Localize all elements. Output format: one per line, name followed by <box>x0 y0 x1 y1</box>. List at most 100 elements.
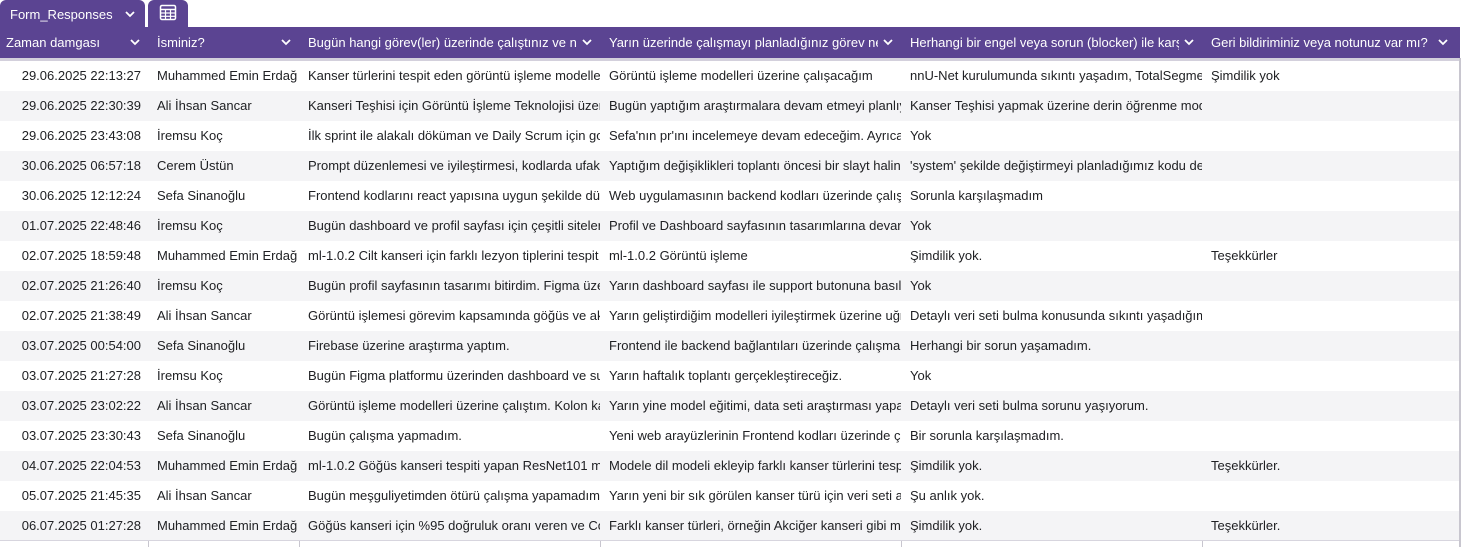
column-header-blockers[interactable]: Herhangi bir engel veya sorun (blocker) … <box>904 27 1205 58</box>
chevron-down-icon[interactable] <box>882 37 894 47</box>
table-row[interactable]: 01.07.2025 22:48:46 İremsu Koç Bugün dashb… <box>0 211 1459 241</box>
cell-tomorrow-tasks[interactable]: Sefa'nın pr'ını incelemeye devam edeceği… <box>609 121 901 151</box>
table-row[interactable]: 05.07.2025 21:45:35 Ali İhsan Sancar Bugün… <box>0 481 1459 511</box>
cell-blockers[interactable]: Yok <box>910 121 1202 151</box>
cell-today-tasks[interactable]: ml-1.0.2 Cilt kanseri için farklı lezyon… <box>308 241 600 271</box>
column-header-name[interactable]: İsminiz? <box>151 27 302 58</box>
cell-blockers[interactable]: 'system' şekilde değiştirmeyi planladığı… <box>910 151 1202 181</box>
cell-tomorrow-tasks[interactable]: Görüntü işleme modelleri üzerine çalışac… <box>609 61 901 91</box>
table-row[interactable]: 02.07.2025 18:59:48 Muhammed Emin Erdağ ml… <box>0 241 1459 271</box>
table-row[interactable]: 30.06.2025 06:57:18 Cerem Üstün Prompt düz… <box>0 151 1459 181</box>
cell-today-tasks[interactable]: Bugün Figma platformu üzerinden dashboar… <box>308 361 600 391</box>
cell-timestamp[interactable]: 29.06.2025 22:13:27 <box>0 61 141 91</box>
cell-tomorrow-tasks[interactable]: Yeni web arayüzlerinin Frontend kodları … <box>609 421 901 451</box>
cell-blockers[interactable]: nnU-Net kurulumunda sıkıntı yaşadım, Tot… <box>910 61 1202 91</box>
cell-blockers[interactable]: Şimdilik yok. <box>910 451 1202 481</box>
cell-feedback[interactable]: Teşekkürler. <box>1211 451 1456 481</box>
cell-name[interactable]: Cerem Üstün <box>157 151 299 181</box>
cell-name[interactable]: Muhammed Emin Erdağ <box>157 511 299 541</box>
cell-today-tasks[interactable]: ml-1.0.2 Göğüs kanseri tespiti yapan Res… <box>308 451 600 481</box>
cell-timestamp[interactable]: 05.07.2025 21:45:35 <box>0 481 141 511</box>
cell-name[interactable]: Ali İhsan Sancar <box>157 301 299 331</box>
column-header-today-tasks[interactable]: Bugün hangi görev(ler) üzerinde çalıştın… <box>302 27 603 58</box>
cell-today-tasks[interactable]: Bugün meşguliyetimden ötürü çalışma yapa… <box>308 481 600 511</box>
cell-feedback[interactable] <box>1211 211 1456 241</box>
cell-feedback[interactable] <box>1211 391 1456 421</box>
cell-feedback[interactable]: Teşekkürler <box>1211 241 1456 271</box>
cell-feedback[interactable] <box>1211 271 1456 301</box>
cell-name[interactable]: İremsu Koç <box>157 121 299 151</box>
cell-timestamp[interactable]: 02.07.2025 18:59:48 <box>0 241 141 271</box>
cell-tomorrow-tasks[interactable]: Profil ve Dashboard sayfasının tasarımla… <box>609 211 901 241</box>
cell-feedback[interactable] <box>1211 301 1456 331</box>
cell-name[interactable]: Ali İhsan Sancar <box>157 91 299 121</box>
cell-today-tasks[interactable]: Firebase üzerine araştırma yaptım. <box>308 331 600 361</box>
cell-tomorrow-tasks[interactable]: Modele dil modeli ekleyip farklı kanser … <box>609 451 901 481</box>
table-row[interactable]: 29.06.2025 22:30:39 Ali İhsan Sancar Kanse… <box>0 91 1459 121</box>
cell-tomorrow-tasks[interactable]: Yaptığım değişiklikleri toplantı öncesi … <box>609 151 901 181</box>
cell-tomorrow-tasks[interactable]: Yarın haftalık toplantı gerçekleştireceğ… <box>609 361 901 391</box>
cell-tomorrow-tasks[interactable]: Yarın yeni bir sık görülen kanser türü i… <box>609 481 901 511</box>
cell-timestamp[interactable]: 03.07.2025 00:54:00 <box>0 331 141 361</box>
cell-blockers[interactable]: Şimdilik yok. <box>910 241 1202 271</box>
cell-tomorrow-tasks[interactable]: ml-1.0.2 Görüntü işleme <box>609 241 901 271</box>
cell-name[interactable]: İremsu Koç <box>157 361 299 391</box>
cell-tomorrow-tasks[interactable]: Yarın yine model eğitimi, data seti araş… <box>609 391 901 421</box>
table-row[interactable]: 02.07.2025 21:38:49 Ali İhsan Sancar Görün… <box>0 301 1459 331</box>
cell-tomorrow-tasks[interactable]: Frontend ile backend bağlantıları üzerin… <box>609 331 901 361</box>
cell-name[interactable]: Ali İhsan Sancar <box>157 391 299 421</box>
cell-name[interactable]: Ali İhsan Sancar <box>157 481 299 511</box>
cell-blockers[interactable]: Detaylı veri seti bulma konusunda sıkınt… <box>910 301 1202 331</box>
cell-name[interactable]: Sefa Sinanoğlu <box>157 421 299 451</box>
sheet-tab-form-responses[interactable]: Form_Responses <box>0 0 145 28</box>
cell-today-tasks[interactable]: Frontend kodlarını react yapısına uygun … <box>308 181 600 211</box>
column-header-feedback[interactable]: Geri bildiriminiz veya notunuz var mı? <box>1205 27 1459 58</box>
cell-today-tasks[interactable]: Görüntü işleme modelleri üzerine çalıştı… <box>308 391 600 421</box>
column-header-timestamp[interactable]: Zaman damgası <box>0 27 151 58</box>
table-row[interactable]: 02.07.2025 21:26:40 İremsu Koç Bugün profi… <box>0 271 1459 301</box>
cell-timestamp[interactable]: 06.07.2025 01:27:28 <box>0 511 141 541</box>
cell-timestamp[interactable]: 29.06.2025 22:30:39 <box>0 91 141 121</box>
cell-timestamp[interactable]: 30.06.2025 12:12:24 <box>0 181 141 211</box>
cell-blockers[interactable]: Yok <box>910 361 1202 391</box>
cell-blockers[interactable]: Sorunla karşılaşmadım <box>910 181 1202 211</box>
cell-today-tasks[interactable]: Kanser türlerini tespit eden görüntü işl… <box>308 61 600 91</box>
cell-timestamp[interactable]: 04.07.2025 22:04:53 <box>0 451 141 481</box>
cell-tomorrow-tasks[interactable]: Yarın dashboard sayfası ile support buto… <box>609 271 901 301</box>
table-row[interactable]: 03.07.2025 23:30:43 Sefa Sinanoğlu Bugün ç… <box>0 421 1459 451</box>
table-row[interactable]: 03.07.2025 00:54:00 Sefa Sinanoğlu Firebas… <box>0 331 1459 361</box>
cell-feedback[interactable] <box>1211 331 1456 361</box>
cell-name[interactable]: İremsu Koç <box>157 271 299 301</box>
cell-today-tasks[interactable]: İlk sprint ile alakalı döküman ve Daily … <box>308 121 600 151</box>
cell-timestamp[interactable]: 02.07.2025 21:38:49 <box>0 301 141 331</box>
table-row[interactable]: 30.06.2025 12:12:24 Sefa Sinanoğlu Fronten… <box>0 181 1459 211</box>
cell-feedback[interactable]: Teşekkürler. <box>1211 511 1456 541</box>
cell-timestamp[interactable]: 03.07.2025 23:02:22 <box>0 391 141 421</box>
cell-timestamp[interactable]: 03.07.2025 21:27:28 <box>0 361 141 391</box>
chevron-down-icon[interactable] <box>581 37 593 47</box>
chevron-down-icon[interactable] <box>1437 37 1449 47</box>
cell-feedback[interactable] <box>1211 361 1456 391</box>
cell-today-tasks[interactable]: Bugün profil sayfasının tasarımı bitirdi… <box>308 271 600 301</box>
cell-blockers[interactable]: Şimdilik yok. <box>910 511 1202 541</box>
cell-tomorrow-tasks[interactable]: Yarın geliştirdiğim modelleri iyileştirm… <box>609 301 901 331</box>
table-row[interactable]: 29.06.2025 23:43:08 İremsu Koç İlk sprint … <box>0 121 1459 151</box>
cell-feedback[interactable] <box>1211 481 1456 511</box>
cell-blockers[interactable]: Yok <box>910 211 1202 241</box>
cell-timestamp[interactable]: 30.06.2025 06:57:18 <box>0 151 141 181</box>
cell-today-tasks[interactable]: Prompt düzenlemesi ve iyileştirmesi, kod… <box>308 151 600 181</box>
cell-tomorrow-tasks[interactable]: Bugün yaptığım araştırmalara devam etmey… <box>609 91 901 121</box>
table-view-tab[interactable] <box>148 0 188 28</box>
cell-feedback[interactable] <box>1211 151 1456 181</box>
cell-name[interactable]: Muhammed Emin Erdağ <box>157 451 299 481</box>
table-row[interactable]: 29.06.2025 22:13:27 Muhammed Emin Erdağ Ka… <box>0 61 1459 91</box>
table-row[interactable]: 03.07.2025 21:27:28 İremsu Koç Bugün Figma… <box>0 361 1459 391</box>
cell-blockers[interactable]: Yok <box>910 271 1202 301</box>
chevron-down-icon[interactable] <box>1183 37 1195 47</box>
cell-timestamp[interactable]: 03.07.2025 23:30:43 <box>0 421 141 451</box>
cell-feedback[interactable] <box>1211 421 1456 451</box>
cell-name[interactable]: Sefa Sinanoğlu <box>157 331 299 361</box>
cell-today-tasks[interactable]: Göğüs kanseri için %95 doğruluk oranı ve… <box>308 511 600 541</box>
cell-feedback[interactable] <box>1211 121 1456 151</box>
cell-timestamp[interactable]: 02.07.2025 21:26:40 <box>0 271 141 301</box>
